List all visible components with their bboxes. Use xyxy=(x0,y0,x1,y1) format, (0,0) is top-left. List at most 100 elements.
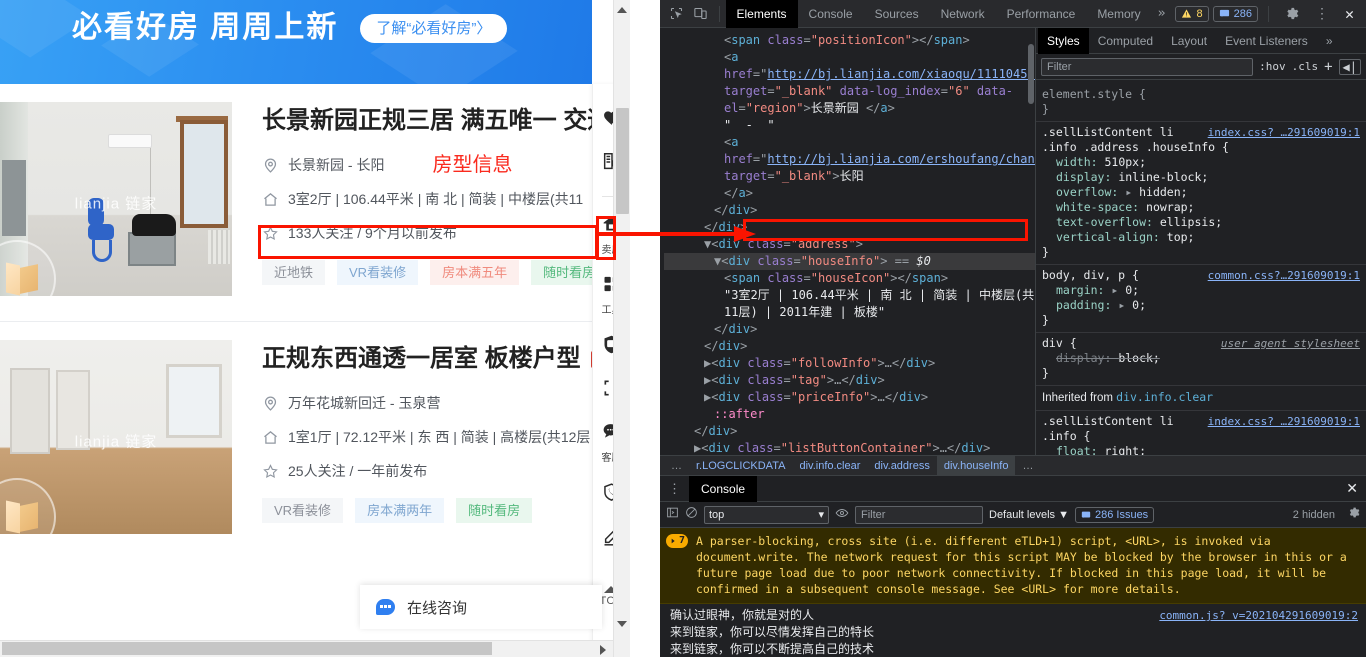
dom-node[interactable]: <a href="http://bj.lianjia.com/xiaoqu/11… xyxy=(664,49,1035,117)
online-chat-bar[interactable]: 在线咨询 xyxy=(360,585,602,629)
tab-performance[interactable]: Performance xyxy=(996,0,1087,28)
listing-title[interactable]: 正规东西通透一居室 板楼户型 必看好房 xyxy=(262,342,630,376)
style-rule-source[interactable]: user agent stylesheet xyxy=(1221,336,1360,351)
dom-node[interactable]: "3室2厅 | 106.44平米 | 南 北 | 简装 | 中楼层(共11层) … xyxy=(664,287,1035,321)
inherited-from-node[interactable]: div.info.clear xyxy=(1116,390,1213,404)
style-property-value[interactable]: ellipsis; xyxy=(1160,215,1222,229)
tab-memory[interactable]: Memory xyxy=(1086,0,1151,28)
tab-layout[interactable]: Layout xyxy=(1162,28,1216,54)
style-declaration[interactable]: margin: ▸ 0; xyxy=(1042,283,1360,298)
cls-toggle[interactable]: .cls xyxy=(1292,60,1319,73)
console-issues-badge[interactable]: 286 Issues xyxy=(1074,506,1155,523)
element-style-block[interactable]: element.style {} xyxy=(1036,83,1366,122)
kebab-menu-icon[interactable]: ⋮ xyxy=(1309,7,1335,21)
style-rule-source[interactable]: common.css?…291609019:1 xyxy=(1208,268,1360,283)
breadcrumb-item[interactable]: … xyxy=(1015,456,1040,475)
console-levels-select[interactable]: Default levels ▼ xyxy=(989,509,1069,521)
dom-node[interactable]: ▶<div class="tag">…</div> xyxy=(664,372,1035,389)
hscrollbar-thumb[interactable] xyxy=(2,642,492,655)
console-filter-input[interactable]: Filter xyxy=(855,505,983,524)
scroll-up-arrow-icon[interactable] xyxy=(617,7,627,13)
console-log-source[interactable]: common.js? v=202104291609019:2 xyxy=(1159,607,1358,657)
listing-title[interactable]: 长景新园正规三居 满五唯一 交通便 xyxy=(262,104,630,138)
style-rule-selector[interactable]: body, div, p { xyxy=(1042,268,1139,283)
new-style-rule-button[interactable]: + xyxy=(1324,59,1332,75)
style-declaration[interactable]: float: right; xyxy=(1042,444,1360,455)
style-declaration[interactable]: display: inline-block; xyxy=(1042,170,1360,185)
breadcrumb-item[interactable]: div.info.clear xyxy=(792,456,867,475)
more-tabs-chevron-icon[interactable]: » xyxy=(1152,6,1172,21)
expand-triangle-icon[interactable]: ▸ xyxy=(1125,185,1139,199)
tab-computed[interactable]: Computed xyxy=(1089,28,1162,54)
dom-node[interactable]: </div> xyxy=(664,423,1035,440)
banner-learn-more-button[interactable]: 了解“必看好房”〉 xyxy=(360,13,508,43)
style-declaration[interactable]: white-space: nowrap; xyxy=(1042,200,1360,215)
dom-node[interactable]: </div> xyxy=(664,338,1035,355)
style-property-value[interactable]: 0; xyxy=(1132,298,1146,312)
style-rule[interactable]: body, div, p { common.css?…291609019:1 mar… xyxy=(1036,265,1366,333)
tab-elements[interactable]: Elements xyxy=(725,0,798,28)
style-rule-selector[interactable]: .sellListContent li xyxy=(1042,125,1174,140)
issues-count-badge[interactable]: 286 xyxy=(1212,5,1258,22)
dom-tree-pane[interactable]: <span class="positionIcon"></span> <a hre… xyxy=(660,28,1035,455)
scroll-right-arrow-icon[interactable] xyxy=(600,645,606,655)
tab-console[interactable]: Console xyxy=(798,0,864,28)
breadcrumb-item[interactable]: div.address xyxy=(867,456,936,475)
style-rule[interactable]: .sellListContent li index.css? …291609019… xyxy=(1036,122,1366,265)
page-horizontal-scrollbar[interactable] xyxy=(0,640,630,657)
vscrollbar-thumb[interactable] xyxy=(616,108,629,214)
console-warning-message[interactable]: 7 A parser-blocking, cross site (i.e. di… xyxy=(660,528,1366,604)
breadcrumb-item[interactable]: r.LOGCLICKDATA xyxy=(689,456,792,475)
expand-triangle-icon[interactable]: ▸ xyxy=(1111,283,1125,297)
dom-scrollbar-thumb[interactable] xyxy=(1028,44,1034,104)
style-rule-selector[interactable]: .sellListContent li xyxy=(1042,414,1174,429)
console-log-row[interactable]: 确认过眼神，你就是对的人 来到链家，你可以尽情发挥自己的特长 来到链家，你可以不… xyxy=(660,604,1366,657)
dom-node[interactable]: </a> xyxy=(664,185,1035,202)
style-property-value[interactable]: top; xyxy=(1167,230,1195,244)
dom-node[interactable]: ▶<div class="followInfo">…</div> xyxy=(664,355,1035,372)
tab-sources[interactable]: Sources xyxy=(864,0,930,28)
dom-node[interactable]: <span class="houseIcon"></span> xyxy=(664,270,1035,287)
style-declaration[interactable]: vertical-align: top; xyxy=(1042,230,1360,245)
style-property-value[interactable]: hidden; xyxy=(1139,185,1187,199)
console-context-select[interactable]: top ▾ xyxy=(704,505,829,524)
live-expression-eye-icon[interactable] xyxy=(835,506,849,524)
warning-count-badge[interactable]: 8 xyxy=(1175,5,1209,22)
inspect-element-icon[interactable] xyxy=(664,2,688,26)
style-rule[interactable]: .sellListContent li index.css? …291609019… xyxy=(1036,411,1366,455)
style-property-value[interactable]: nowrap; xyxy=(1146,200,1194,214)
dom-node[interactable]: ::after xyxy=(664,406,1035,423)
dom-node[interactable]: ▶<div class="priceInfo">…</div> xyxy=(664,389,1035,406)
style-rule-selector[interactable]: div { xyxy=(1042,336,1077,351)
drawer-menu-icon[interactable]: ⋮ xyxy=(660,482,689,495)
gear-icon[interactable] xyxy=(1279,2,1305,26)
tab-network[interactable]: Network xyxy=(930,0,996,28)
dom-node[interactable]: " - " xyxy=(664,117,1035,134)
breadcrumb-item[interactable]: … xyxy=(664,456,689,475)
scroll-down-arrow-icon[interactable] xyxy=(617,621,627,627)
page-vertical-scrollbar[interactable] xyxy=(613,0,630,657)
drawer-close-icon[interactable]: ✕ xyxy=(1338,480,1366,497)
dom-node[interactable]: </div> xyxy=(664,202,1035,219)
listing-community[interactable]: 长景新园 - 长阳 xyxy=(288,152,384,178)
clear-console-icon[interactable] xyxy=(685,506,698,523)
style-declaration[interactable]: display: block; xyxy=(1042,351,1360,366)
style-declaration[interactable]: padding: ▸ 0; xyxy=(1042,298,1360,313)
drawer-tab-console[interactable]: Console xyxy=(689,475,758,502)
dom-node[interactable]: </div> xyxy=(664,219,1035,236)
dom-node[interactable]: </div> xyxy=(664,321,1035,338)
style-property-value[interactable]: 0; xyxy=(1125,283,1139,297)
listing-thumbnail[interactable]: lianjia 链家 xyxy=(0,340,232,534)
dom-node[interactable]: <span class="positionIcon"></span> xyxy=(664,32,1035,49)
listing-item[interactable]: lianjia 链家 正规东西通透一居室 板楼户型 必看好房 xyxy=(0,322,630,560)
listing-thumbnail[interactable]: lianjia 链家 xyxy=(0,102,232,296)
style-declaration[interactable]: width: 510px; xyxy=(1042,155,1360,170)
style-property-value[interactable]: right; xyxy=(1104,444,1146,455)
listing-item[interactable]: lianjia 链家 长景新园正规三居 满五唯一 交通便 长景新园 - 长阳 房… xyxy=(0,84,630,322)
style-property-value[interactable]: 510px; xyxy=(1104,155,1146,169)
style-declaration[interactable]: overflow: ▸ hidden; xyxy=(1042,185,1360,200)
tab-styles[interactable]: Styles xyxy=(1038,28,1089,54)
close-icon[interactable]: ✕ xyxy=(1339,5,1360,23)
dom-node[interactable]: ▼<div class="address"> xyxy=(664,236,1035,253)
console-sidebar-icon[interactable] xyxy=(666,506,679,523)
